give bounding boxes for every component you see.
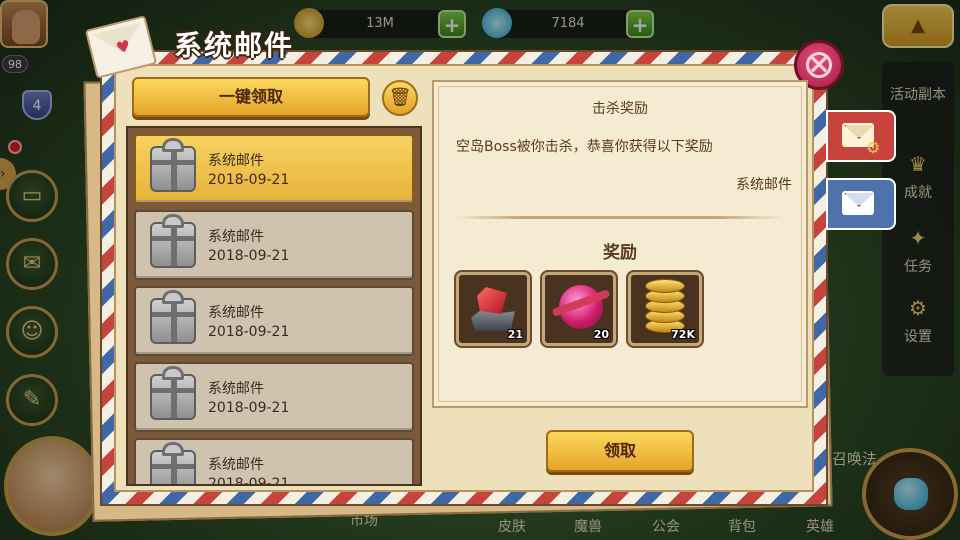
mail-item-title: 系统邮件 bbox=[208, 229, 264, 245]
mail-item-title: 系统邮件 bbox=[208, 153, 264, 169]
mail-item-date: 2018-09-21 bbox=[208, 324, 290, 340]
gift-box-icon bbox=[150, 290, 196, 344]
mail-list-item[interactable]: 系统邮件 2018-09-21 bbox=[134, 438, 414, 486]
mail-item-title: 系统邮件 bbox=[208, 457, 264, 473]
mail-list-item[interactable]: 系统邮件 2018-09-21 bbox=[134, 210, 414, 280]
reward-slot-gold[interactable]: 72K bbox=[628, 272, 702, 346]
trash-icon: 🗑 bbox=[388, 87, 412, 108]
gift-box-icon bbox=[150, 442, 196, 484]
claim-all-button[interactable]: 一键领取 bbox=[132, 77, 370, 117]
mail-sender: 系统邮件 bbox=[736, 177, 792, 193]
tab-personal-mail[interactable] bbox=[826, 178, 896, 230]
mail-item-date: 2018-09-21 bbox=[208, 172, 290, 188]
mail-subject: 击杀奖励 bbox=[592, 101, 648, 117]
mail-icon bbox=[842, 191, 874, 215]
gift-box-icon bbox=[150, 366, 196, 420]
mail-list[interactable]: 系统邮件 2018-09-21 系统邮件 2018-09-21 系统邮件 201… bbox=[126, 126, 422, 486]
reward-slot-orb[interactable]: 20 bbox=[542, 272, 616, 346]
mail-body: 空岛Boss被你击杀，恭喜你获得以下奖励 bbox=[456, 139, 713, 155]
reward-count: 21 bbox=[507, 328, 523, 341]
mail-item-date: 2018-09-21 bbox=[208, 476, 290, 486]
mail-item-title: 系统邮件 bbox=[208, 381, 264, 397]
gift-box-icon bbox=[150, 214, 196, 268]
divider bbox=[454, 216, 784, 219]
mail-item-date: 2018-09-21 bbox=[208, 400, 290, 416]
reward-count: 20 bbox=[593, 328, 609, 341]
reward-slot-ore[interactable]: 21 bbox=[456, 272, 530, 346]
gift-bow bbox=[162, 138, 184, 152]
gift-bow bbox=[162, 290, 184, 304]
gift-box-icon bbox=[150, 138, 196, 192]
tab-system-mail[interactable]: ⚙ bbox=[826, 110, 896, 162]
gear-icon: ⚙ bbox=[866, 138, 881, 157]
mail-list-item[interactable]: 系统邮件 2018-09-21 bbox=[134, 362, 414, 432]
red-ore-icon bbox=[471, 285, 517, 333]
rewards-title: 奖励 bbox=[603, 243, 637, 263]
reward-count: 72K bbox=[671, 328, 695, 341]
mail-list-item[interactable]: 系统邮件 2018-09-21 bbox=[134, 134, 414, 204]
mail-item-title: 系统邮件 bbox=[208, 305, 264, 321]
close-icon: × bbox=[807, 47, 831, 80]
gift-bow bbox=[162, 366, 184, 380]
mail-list-item[interactable]: 系统邮件 2018-09-21 bbox=[134, 286, 414, 356]
coin bbox=[645, 279, 685, 293]
mail-detail-panel: 击杀奖励 空岛Boss被你击杀，恭喜你获得以下奖励 系统邮件 奖励 21 20 … bbox=[432, 80, 808, 408]
delete-button[interactable]: 🗑 bbox=[382, 80, 418, 116]
mail-item-date: 2018-09-21 bbox=[208, 248, 290, 264]
dialog-title: 系统邮件 bbox=[174, 29, 295, 62]
claim-button[interactable]: 领取 bbox=[546, 430, 694, 472]
gift-bow bbox=[162, 214, 184, 228]
gift-bow bbox=[162, 442, 184, 456]
